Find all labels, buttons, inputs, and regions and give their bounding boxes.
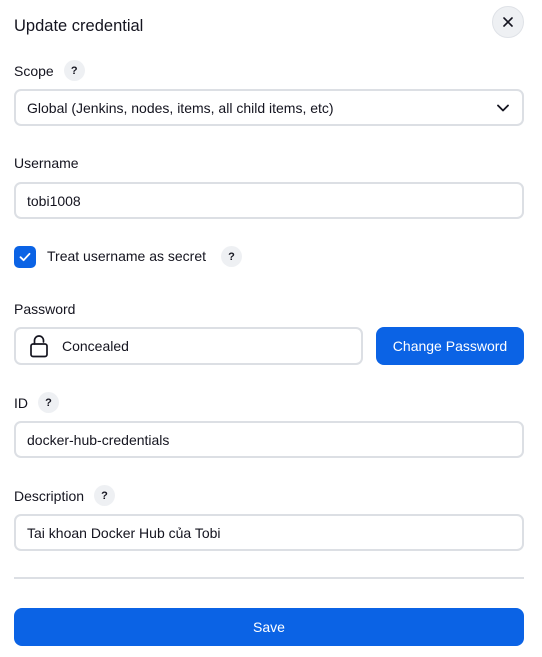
password-concealed-value: Concealed [62,338,129,354]
update-credential-dialog: Update credential Scope ? Global (Jenkin… [0,0,542,657]
scope-selected-value: Global (Jenkins, nodes, items, all child… [27,99,334,116]
treat-username-secret-label[interactable]: Treat username as secret [47,248,206,264]
change-password-button[interactable]: Change Password [376,327,524,365]
close-icon [503,17,513,27]
scope-help-button[interactable]: ? [63,60,85,81]
scope-label: Scope [14,62,54,79]
id-help-button[interactable]: ? [38,392,59,413]
dialog-title: Update credential [14,17,144,35]
scope-label-row: Scope ? [14,60,85,81]
id-value: docker-hub-credentials [27,431,170,448]
close-button[interactable] [492,6,524,38]
description-label: Description [14,487,85,504]
password-label-row: Password [14,301,75,317]
id-label-row: ID ? [14,392,59,413]
secret-help-button[interactable]: ? [221,246,242,267]
description-help-button[interactable]: ? [94,485,116,506]
username-label-row: Username [14,155,79,171]
description-label-row: Description ? [14,485,116,506]
username-label: Username [14,155,79,171]
lock-icon [30,335,48,358]
scope-select[interactable]: Global (Jenkins, nodes, items, all child… [14,89,524,126]
username-value: tobi1008 [27,192,81,209]
username-input[interactable]: tobi1008 [14,182,524,219]
password-label: Password [14,301,76,317]
id-input[interactable]: docker-hub-credentials [14,421,524,458]
description-value: Tai khoan Docker Hub của Tobi [27,524,221,541]
save-button[interactable]: Save [14,608,524,646]
id-label: ID [14,394,28,411]
password-field: Concealed [14,327,363,365]
description-input[interactable]: Tai khoan Docker Hub của Tobi [14,514,524,551]
chevron-down-icon [497,104,509,111]
treat-username-secret-checkbox[interactable] [14,246,36,268]
divider [14,577,524,579]
checkmark-icon [19,252,31,262]
